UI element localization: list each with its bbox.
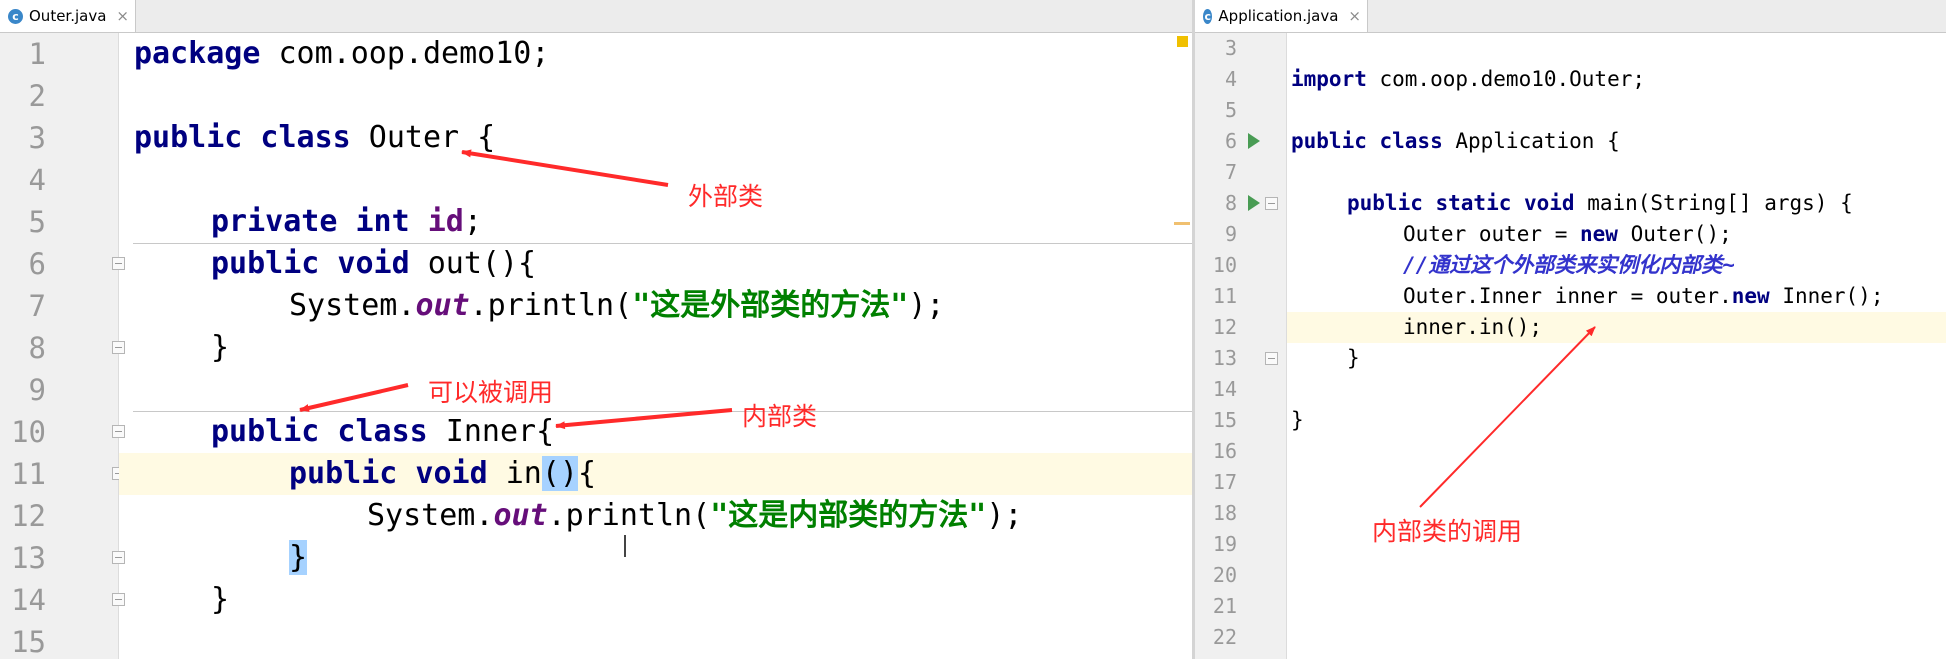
run-icon[interactable]	[1248, 195, 1260, 211]
line-number: 2	[28, 79, 46, 113]
line-number: 17	[1212, 470, 1237, 494]
line-number: 4	[1224, 67, 1237, 91]
tab-outer-java[interactable]: c Outer.java ×	[0, 0, 136, 32]
line-number: 13	[11, 541, 46, 575]
line-number: 11	[11, 457, 46, 491]
code-line-8: }	[211, 330, 230, 365]
line-number: 10	[1212, 253, 1237, 277]
line-number: 14	[1212, 377, 1237, 401]
line-number: 14	[11, 583, 46, 617]
line-number: 8	[1224, 191, 1237, 215]
annotation-outer-class: 外部类	[688, 182, 764, 211]
left-tab-bar: c Outer.java ×	[0, 0, 1192, 33]
line-number: 13	[1212, 346, 1237, 370]
left-editor-pane: c Outer.java × 1 2 3 4 5 6 7 8 9 10 11 12 13 14 15 pac…	[0, 0, 1192, 659]
line-number: 16	[1212, 439, 1237, 463]
line-number: 5	[28, 205, 46, 239]
line-number: 21	[1212, 594, 1237, 618]
fold-toggle-icon[interactable]	[1265, 197, 1278, 210]
line-number: 4	[28, 163, 46, 197]
line-number: 8	[28, 331, 46, 365]
line-number: 6	[1224, 129, 1237, 153]
line-number: 15	[1212, 408, 1237, 432]
code-line-6: public class Application {	[1291, 129, 1620, 153]
java-class-icon: c	[8, 8, 23, 24]
code-line-1: package com.oop.demo10;	[134, 36, 550, 71]
line-number: 12	[1212, 315, 1237, 339]
annotation-inner-call: 内部类的调用	[1372, 517, 1523, 546]
line-number: 15	[11, 625, 46, 659]
code-line-13: }	[1347, 346, 1360, 370]
code-line-8: public static void main(String[] args) {	[1347, 191, 1853, 215]
line-number: 5	[1224, 98, 1237, 122]
line-number: 3	[28, 121, 46, 155]
line-number: 3	[1224, 36, 1237, 60]
warning-marker-icon[interactable]	[1177, 36, 1188, 47]
line-number: 10	[11, 415, 46, 449]
right-tab-bar: c Application.java ×	[1195, 0, 1946, 33]
run-icon[interactable]	[1248, 133, 1260, 149]
line-number: 19	[1212, 532, 1237, 556]
java-class-run-icon: c	[1203, 8, 1213, 24]
code-line-13: }	[289, 540, 308, 575]
code-line-3: public class Outer {	[134, 120, 496, 155]
line-number: 18	[1212, 501, 1237, 525]
code-line-7: System.out.println("这是外部类的方法");	[289, 288, 945, 323]
code-line-11: Outer.Inner inner = outer.new Inner();	[1403, 284, 1884, 308]
line-number: 11	[1212, 284, 1237, 308]
line-number: 7	[1224, 160, 1237, 184]
close-tab-icon[interactable]: ×	[1348, 7, 1361, 25]
code-line-11: public void in(){	[289, 456, 597, 491]
tab-label: Application.java	[1218, 7, 1339, 25]
close-tab-icon[interactable]: ×	[116, 7, 129, 25]
code-line-15: }	[1291, 408, 1304, 432]
code-line-12: System.out.println("这是内部类的方法");	[367, 498, 1023, 533]
current-line-highlight	[119, 453, 1192, 495]
code-line-12: inner.in();	[1403, 315, 1543, 339]
right-code-area[interactable]: import com.oop.demo10.Outer; public clas…	[1287, 33, 1946, 659]
code-line-6: public void out(){	[211, 246, 537, 281]
right-gutter: 3 4 5 6 7 8 9 10 11 12 13 14 15 16 17 18 19 20 21 22	[1195, 33, 1287, 659]
tab-application-java[interactable]: c Application.java ×	[1195, 0, 1368, 32]
line-number: 1	[28, 37, 46, 71]
code-line-14: }	[211, 582, 230, 617]
line-number: 6	[28, 247, 46, 281]
code-line-5: private int id;	[211, 204, 482, 239]
line-number: 9	[1224, 222, 1237, 246]
left-code-area[interactable]: package com.oop.demo10; public class Out…	[119, 33, 1192, 659]
annotation-can-be-called: 可以被调用	[428, 378, 554, 407]
right-editor-pane: c Application.java × 3 4 5 6 7 8 9 10 11 12 13 14 15…	[1195, 0, 1946, 659]
fold-toggle-icon[interactable]	[1265, 352, 1278, 365]
annotation-inner-class: 内部类	[742, 402, 818, 431]
code-line-10: //通过这个外部类来实例化内部类~	[1403, 253, 1735, 277]
code-line-10: public class Inner{	[211, 414, 555, 449]
line-number: 9	[28, 373, 46, 407]
left-gutter: 1 2 3 4 5 6 7 8 9 10 11 12 13 14 15	[0, 33, 125, 659]
line-number: 20	[1212, 563, 1237, 587]
code-line-4: import com.oop.demo10.Outer;	[1291, 67, 1646, 91]
code-line-9: Outer outer = new Outer();	[1403, 222, 1732, 246]
tab-label: Outer.java	[29, 7, 107, 25]
line-number: 12	[11, 499, 46, 533]
scroll-marker[interactable]	[1174, 222, 1190, 225]
line-number: 22	[1212, 625, 1237, 649]
text-cursor-icon	[624, 535, 626, 557]
current-line-highlight	[1287, 312, 1946, 343]
line-number: 7	[28, 289, 46, 323]
